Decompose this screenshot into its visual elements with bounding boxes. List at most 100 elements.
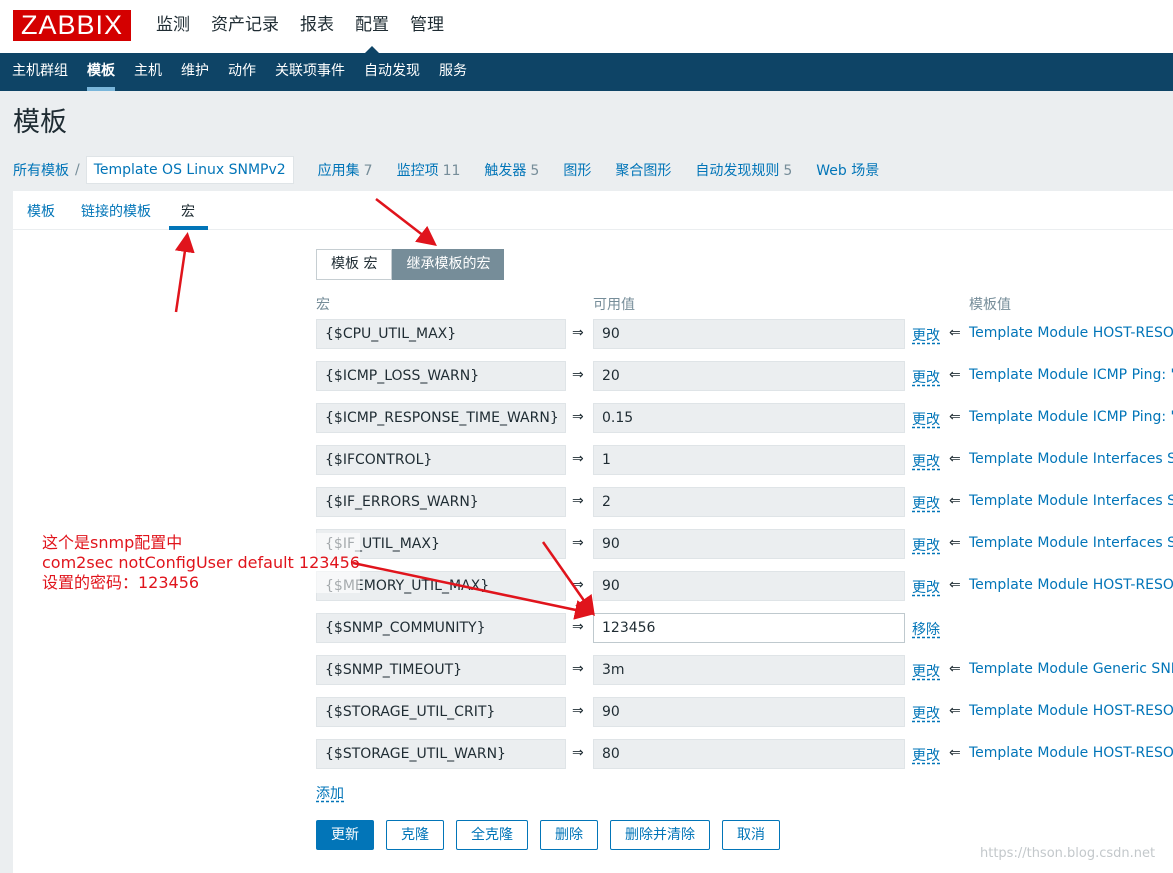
arrow-left-icon: ⇐: [949, 451, 961, 467]
arrow-right-icon: ⇒: [572, 619, 584, 635]
macro-name-field[interactable]: {$ICMP_LOSS_WARN}: [316, 361, 566, 391]
link-triggers[interactable]: 触发器 5: [484, 160, 539, 180]
macro-name-field[interactable]: {$IFCONTROL}: [316, 445, 566, 475]
macro-value-field[interactable]: 20: [593, 361, 905, 391]
change-link[interactable]: 更改: [912, 577, 940, 597]
sub-nav-actions[interactable]: 动作: [228, 53, 256, 91]
macro-value-field[interactable]: 80: [593, 739, 905, 769]
macro-value-field[interactable]: 90: [593, 529, 905, 559]
macro-row: {$IF_UTIL_MAX} ⇒ 90 更改 ⇐ Template Module Inte…: [316, 529, 1173, 559]
macro-panel: 模板 链接的模板 宏 模板 宏 继承模板的宏 宏 可用值 模板值 {$CPU_U…: [13, 191, 1173, 873]
link-discovery-rules[interactable]: 自动发现规则 5: [695, 160, 792, 180]
add-macro-link[interactable]: 添加: [316, 783, 344, 803]
template-value-link[interactable]: Template Module HOST-RESO: [969, 745, 1173, 761]
change-link[interactable]: 更改: [912, 661, 940, 681]
macro-row: {$SNMP_TIMEOUT} ⇒ 3m 更改 ⇐ Template Module Gen…: [316, 655, 1173, 685]
macro-row: {$SNMP_COMMUNITY} ⇒ 123456 移除: [316, 613, 1173, 643]
change-link[interactable]: 更改: [912, 493, 940, 513]
change-link[interactable]: 更改: [912, 745, 940, 765]
top-nav-configuration[interactable]: 配置: [355, 0, 389, 53]
arrow-left-icon: ⇐: [949, 493, 961, 509]
arrow-left-icon: ⇐: [949, 745, 961, 761]
template-value-link[interactable]: Template Module HOST-RESO: [969, 703, 1173, 719]
template-value-link[interactable]: Template Module ICMP Ping: ": [969, 367, 1173, 383]
sub-nav-discovery[interactable]: 自动发现: [364, 53, 420, 91]
macro-row: {$STORAGE_UTIL_CRIT} ⇒ 90 更改 ⇐ Template Modul…: [316, 697, 1173, 727]
breadcrumb: 所有模板 / Template OS Linux SNMPv2 应用集 7 监控项…: [13, 153, 879, 187]
arrow-right-icon: ⇒: [572, 535, 584, 551]
sub-nav-maintenance[interactable]: 维护: [181, 53, 209, 91]
annotation-line-1: 这个是snmp配置中: [42, 533, 183, 552]
link-web-scenarios[interactable]: Web 场景: [816, 160, 879, 180]
change-link[interactable]: 更改: [912, 703, 940, 723]
link-graphs[interactable]: 图形: [563, 160, 591, 180]
template-value-link[interactable]: Template Module Interfaces SN: [969, 451, 1173, 467]
change-link[interactable]: 更改: [912, 451, 940, 471]
inherited-macros-toggle[interactable]: 继承模板的宏: [392, 249, 505, 280]
change-link[interactable]: 更改: [912, 535, 940, 555]
annotation-line-2: com2sec notConfigUser default 123456: [42, 553, 360, 572]
template-macros-toggle[interactable]: 模板 宏: [316, 249, 393, 280]
top-nav-monitoring[interactable]: 监测: [156, 0, 190, 53]
zabbix-logo[interactable]: ZABBIX: [13, 10, 131, 41]
sub-nav-hosts[interactable]: 主机: [134, 53, 162, 91]
delete-and-clear-button[interactable]: 删除并清除: [610, 820, 710, 850]
top-nav-reports[interactable]: 报表: [300, 0, 334, 53]
change-link[interactable]: 更改: [912, 367, 940, 387]
macro-value-field[interactable]: 90: [593, 571, 905, 601]
macro-value-field[interactable]: 123456: [593, 613, 905, 643]
breadcrumb-all-templates[interactable]: 所有模板: [13, 160, 69, 180]
template-value-link[interactable]: Template Module Interfaces SN: [969, 535, 1173, 551]
template-value-link[interactable]: Template Module Generic SNM: [969, 661, 1173, 677]
tab-linked-templates[interactable]: 链接的模板: [81, 201, 151, 221]
macro-name-field[interactable]: {$SNMP_TIMEOUT}: [316, 655, 566, 685]
top-nav-inventory[interactable]: 资产记录: [211, 0, 279, 53]
update-button[interactable]: 更新: [316, 820, 374, 850]
cancel-button[interactable]: 取消: [722, 820, 780, 850]
arrow-left-icon: ⇐: [949, 703, 961, 719]
arrow-right-icon: ⇒: [572, 409, 584, 425]
remove-link[interactable]: 移除: [912, 619, 940, 639]
macro-row: {$ICMP_LOSS_WARN} ⇒ 20 更改 ⇐ Template Module I…: [316, 361, 1173, 391]
delete-button[interactable]: 删除: [540, 820, 598, 850]
top-nav-administration[interactable]: 管理: [410, 0, 444, 53]
template-value-link[interactable]: Template Module ICMP Ping: ": [969, 409, 1173, 425]
full-clone-button[interactable]: 全克隆: [456, 820, 528, 850]
macro-mode-toggle: 模板 宏 继承模板的宏: [316, 249, 505, 280]
template-value-link[interactable]: Template Module HOST-RESO: [969, 577, 1173, 593]
link-applications[interactable]: 应用集 7: [318, 160, 373, 180]
macro-row: {$CPU_UTIL_MAX} ⇒ 90 更改 ⇐ Template Module HOS…: [316, 319, 1173, 349]
top-bar: ZABBIX 监测 资产记录 报表 配置 管理: [0, 0, 1173, 53]
link-screens[interactable]: 聚合图形: [615, 160, 671, 180]
template-value-link[interactable]: Template Module Interfaces SN: [969, 493, 1173, 509]
macro-value-field[interactable]: 1: [593, 445, 905, 475]
clone-button[interactable]: 克隆: [386, 820, 444, 850]
macro-name-field[interactable]: {$SNMP_COMMUNITY}: [316, 613, 566, 643]
sub-nav-host-groups[interactable]: 主机群组: [12, 53, 68, 91]
top-nav: 监测 资产记录 报表 配置 管理: [156, 0, 465, 53]
macro-value-field[interactable]: 2: [593, 487, 905, 517]
macro-value-field[interactable]: 3m: [593, 655, 905, 685]
tab-template[interactable]: 模板: [27, 201, 55, 221]
macro-name-field[interactable]: {$STORAGE_UTIL_WARN}: [316, 739, 566, 769]
arrow-right-icon: ⇒: [572, 661, 584, 677]
link-items[interactable]: 监控项 11: [397, 160, 461, 180]
active-tab-indicator: [169, 226, 208, 230]
macro-name-field[interactable]: {$IF_ERRORS_WARN}: [316, 487, 566, 517]
macro-value-field[interactable]: 0.15: [593, 403, 905, 433]
breadcrumb-current-template[interactable]: Template OS Linux SNMPv2: [85, 156, 294, 184]
macro-row: {$IFCONTROL} ⇒ 1 更改 ⇐ Template Module Interfa…: [316, 445, 1173, 475]
sub-nav-correlation[interactable]: 关联项事件: [275, 53, 345, 91]
template-value-link[interactable]: Template Module HOST-RESO: [969, 325, 1173, 341]
macro-name-field[interactable]: {$STORAGE_UTIL_CRIT}: [316, 697, 566, 727]
sub-nav-services[interactable]: 服务: [439, 53, 467, 91]
macro-name-field[interactable]: {$ICMP_RESPONSE_TIME_WARN}: [316, 403, 566, 433]
sub-nav-templates[interactable]: 模板: [87, 53, 115, 91]
macro-name-field[interactable]: {$CPU_UTIL_MAX}: [316, 319, 566, 349]
tab-macros[interactable]: 宏: [181, 201, 195, 221]
arrow-left-icon: ⇐: [949, 577, 961, 593]
macro-value-field[interactable]: 90: [593, 319, 905, 349]
change-link[interactable]: 更改: [912, 325, 940, 345]
macro-value-field[interactable]: 90: [593, 697, 905, 727]
change-link[interactable]: 更改: [912, 409, 940, 429]
